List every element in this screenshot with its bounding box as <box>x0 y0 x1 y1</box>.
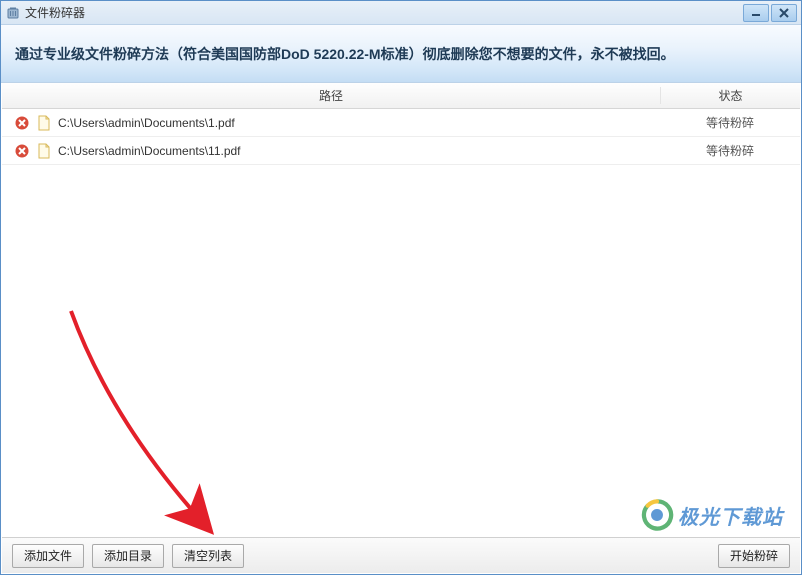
minimize-button[interactable] <box>743 4 769 22</box>
add-folder-button[interactable]: 添加目录 <box>92 544 164 568</box>
file-path: C:\Users\admin\Documents\11.pdf <box>58 144 660 158</box>
app-icon <box>5 5 21 21</box>
column-header-status[interactable]: 状态 <box>660 87 800 104</box>
file-icon <box>36 143 52 159</box>
table-header: 路径 状态 <box>2 83 800 109</box>
file-table: 路径 状态 C:\Users\admin\Documents\1.pdf 等待粉… <box>2 83 800 537</box>
window-title: 文件粉碎器 <box>25 4 85 21</box>
table-rows: C:\Users\admin\Documents\1.pdf 等待粉碎 C:\U… <box>2 109 800 165</box>
column-header-path[interactable]: 路径 <box>2 87 660 104</box>
bottom-toolbar: 添加文件 添加目录 清空列表 开始粉碎 <box>2 537 800 573</box>
window-controls <box>743 4 797 22</box>
description-banner: 通过专业级文件粉碎方法（符合美国国防部DoD 5220.22-M标准）彻底删除您… <box>1 25 801 83</box>
start-shred-button[interactable]: 开始粉碎 <box>718 544 790 568</box>
file-icon <box>36 115 52 131</box>
close-button[interactable] <box>771 4 797 22</box>
file-status: 等待粉碎 <box>660 142 800 159</box>
clear-list-button[interactable]: 清空列表 <box>172 544 244 568</box>
description-text: 通过专业级文件粉碎方法（符合美国国防部DoD 5220.22-M标准）彻底删除您… <box>15 44 675 64</box>
remove-icon[interactable] <box>14 115 30 131</box>
file-path: C:\Users\admin\Documents\1.pdf <box>58 116 660 130</box>
add-file-button[interactable]: 添加文件 <box>12 544 84 568</box>
titlebar: 文件粉碎器 <box>1 1 801 25</box>
remove-icon[interactable] <box>14 143 30 159</box>
file-status: 等待粉碎 <box>660 114 800 131</box>
table-row[interactable]: C:\Users\admin\Documents\1.pdf 等待粉碎 <box>2 109 800 137</box>
table-row[interactable]: C:\Users\admin\Documents\11.pdf 等待粉碎 <box>2 137 800 165</box>
